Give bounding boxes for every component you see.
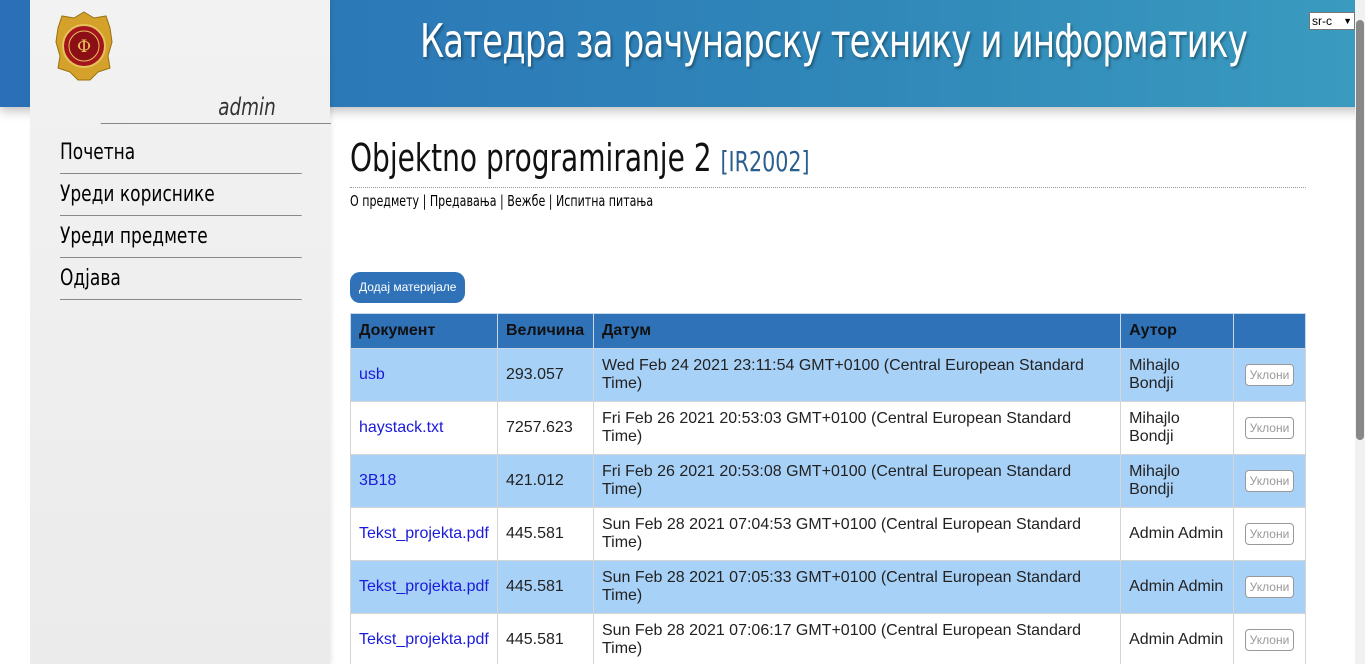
size-cell: 7257.623 [496, 401, 594, 455]
document-link[interactable]: 3B18 [359, 472, 396, 489]
main-content: Objektno programiranje 2 [IR2002] О пред… [350, 130, 1307, 664]
column-header-date: Датум [592, 313, 1122, 349]
subnav-exercises[interactable]: Вежбе [507, 192, 545, 210]
action-cell: Уклони [1232, 613, 1307, 664]
size-cell: 445.581 [496, 613, 594, 664]
document-link[interactable]: Tekst_projekta.pdf [359, 631, 489, 648]
subnav-separator: | [419, 192, 430, 210]
sidebar-item-home[interactable]: Почетна [60, 132, 302, 174]
document-cell: Tekst_projekta.pdf [350, 507, 498, 561]
action-cell: Уклони [1232, 401, 1307, 455]
faculty-logo: Ф [55, 11, 113, 81]
subnav-lectures[interactable]: Предавања [430, 192, 497, 210]
sidebar-nav: Почетна Уреди кориснике Уреди предмете О… [60, 132, 302, 300]
table-header-row: Документ Величина Датум Аутор [350, 313, 1307, 349]
subnav-exam-questions[interactable]: Испитна питања [556, 192, 653, 210]
author-cell: Mihajlo Bondji [1120, 454, 1234, 508]
column-header-actions [1232, 313, 1307, 349]
date-cell: Sun Feb 28 2021 07:04:53 GMT+0100 (Centr… [592, 507, 1122, 561]
author-cell: Mihajlo Bondji [1120, 348, 1234, 402]
action-cell: Уклони [1232, 560, 1307, 614]
sidebar-item-logout[interactable]: Одјава [60, 258, 302, 300]
table-row: haystack.txt 7257.623 Fri Feb 26 2021 20… [350, 401, 1307, 455]
remove-button[interactable]: Уклони [1244, 523, 1295, 545]
date-cell: Sun Feb 28 2021 07:06:17 GMT+0100 (Centr… [592, 613, 1122, 664]
table-row: usb 293.057 Wed Feb 24 2021 23:11:54 GMT… [350, 348, 1307, 402]
remove-button[interactable]: Уклони [1244, 629, 1295, 651]
document-cell: usb [350, 348, 498, 402]
remove-button[interactable]: Уклони [1244, 576, 1295, 598]
column-header-author: Аутор [1120, 313, 1234, 349]
sidebar-item-edit-users[interactable]: Уреди кориснике [60, 174, 302, 216]
action-cell: Уклони [1232, 348, 1307, 402]
author-cell: Admin Admin [1120, 507, 1234, 561]
chevron-down-icon: ▼ [1343, 16, 1352, 26]
language-value: sr-c [1312, 14, 1332, 28]
size-cell: 445.581 [496, 507, 594, 561]
date-cell: Sun Feb 28 2021 07:05:33 GMT+0100 (Centr… [592, 560, 1122, 614]
size-cell: 293.057 [496, 348, 594, 402]
site-title: Катедра за рачунарску технику и информат… [420, 14, 1248, 68]
column-header-document: Документ [350, 313, 498, 349]
size-cell: 445.581 [496, 560, 594, 614]
add-materials-button[interactable]: Додај материјале [350, 272, 466, 303]
document-link[interactable]: haystack.txt [359, 419, 443, 436]
subnav-about[interactable]: О предмету [350, 192, 419, 210]
action-cell: Уклони [1232, 507, 1307, 561]
sidebar: Ф admin Почетна Уреди кориснике Уреди пр… [30, 0, 331, 664]
sidebar-item-edit-courses[interactable]: Уреди предмете [60, 216, 302, 258]
table-row: Tekst_projekta.pdf 445.581 Sun Feb 28 20… [350, 507, 1307, 561]
date-cell: Fri Feb 26 2021 20:53:08 GMT+0100 (Centr… [592, 454, 1122, 508]
date-cell: Fri Feb 26 2021 20:53:03 GMT+0100 (Centr… [592, 401, 1122, 455]
document-link[interactable]: Tekst_projekta.pdf [359, 578, 489, 595]
table-row: Tekst_projekta.pdf 445.581 Sun Feb 28 20… [350, 613, 1307, 664]
author-cell: Admin Admin [1120, 613, 1234, 664]
subnav-separator: | [545, 192, 557, 210]
language-select[interactable]: sr-c ▼ [1309, 12, 1355, 30]
subnav-separator: | [496, 192, 508, 210]
scrollbar-thumb[interactable] [1356, 20, 1364, 440]
svg-text:Ф: Ф [77, 37, 91, 57]
action-cell: Уклони [1232, 454, 1307, 508]
course-subnav: О предмету | Предавања | Вежбе | Испитна… [350, 192, 1134, 210]
document-cell: haystack.txt [350, 401, 498, 455]
size-cell: 421.012 [496, 454, 594, 508]
divider [350, 187, 1306, 188]
document-cell: Tekst_projekta.pdf [350, 613, 498, 664]
page-title: Objektno programiranje 2 [IR2002] [350, 130, 1134, 184]
author-cell: Mihajlo Bondji [1120, 401, 1234, 455]
document-cell: Tekst_projekta.pdf [350, 560, 498, 614]
remove-button[interactable]: Уклони [1244, 470, 1295, 492]
remove-button[interactable]: Уклони [1244, 417, 1295, 439]
column-header-size: Величина [496, 313, 594, 349]
document-cell: 3B18 [350, 454, 498, 508]
materials-table: Документ Величина Датум Аутор usb 293.05… [350, 313, 1307, 664]
document-link[interactable]: usb [359, 366, 385, 383]
course-code: [IR2002] [720, 145, 810, 178]
author-cell: Admin Admin [1120, 560, 1234, 614]
remove-button[interactable]: Уклони [1244, 364, 1295, 386]
course-name: Objektno programiranje 2 [350, 136, 712, 180]
document-link[interactable]: Tekst_projekta.pdf [359, 525, 489, 542]
date-cell: Wed Feb 24 2021 23:11:54 GMT+0100 (Centr… [592, 348, 1122, 402]
table-row: Tekst_projekta.pdf 445.581 Sun Feb 28 20… [350, 560, 1307, 614]
table-row: 3B18 421.012 Fri Feb 26 2021 20:53:08 GM… [350, 454, 1307, 508]
current-user: admin [100, 93, 331, 124]
